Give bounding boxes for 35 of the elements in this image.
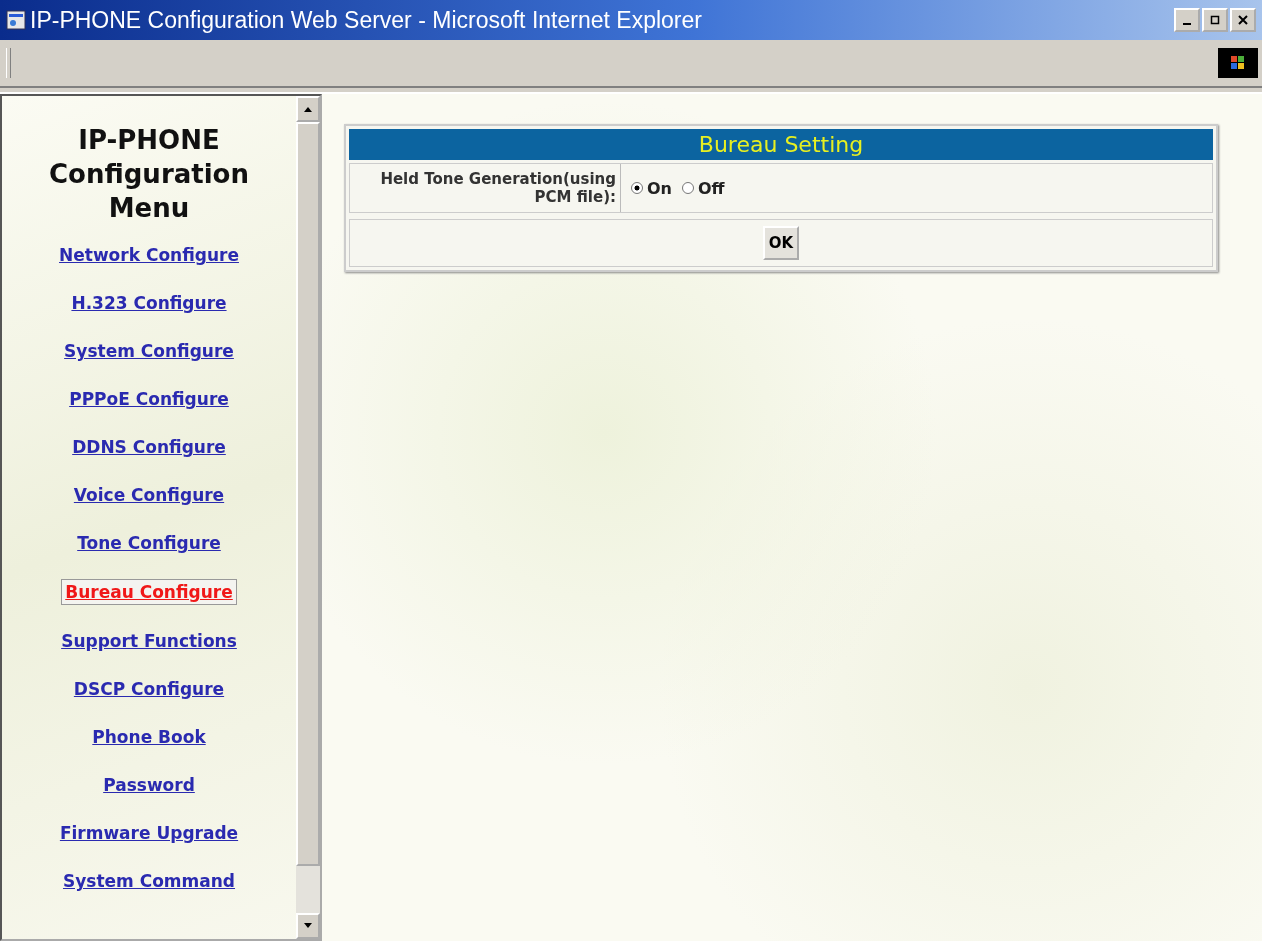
menu-link[interactable]: Support Functions xyxy=(58,629,240,654)
menu-link[interactable]: Network Configure xyxy=(56,243,242,268)
radio-button[interactable] xyxy=(631,182,643,194)
menu-link[interactable]: Password xyxy=(100,773,198,798)
minimize-icon xyxy=(1183,23,1191,25)
maximize-button[interactable] xyxy=(1202,8,1228,32)
minimize-button[interactable] xyxy=(1174,8,1200,32)
menu-heading: IP-PHONE Configuration Menu xyxy=(48,124,250,225)
menu-link[interactable]: Phone Book xyxy=(89,725,209,750)
panel-title: Bureau Setting xyxy=(349,129,1213,160)
ok-button[interactable]: OK xyxy=(762,226,800,260)
menu-link[interactable]: Bureau Configure xyxy=(61,579,237,606)
window-title: IP-PHONE Configuration Web Server - Microsoft Internet Explorer xyxy=(30,6,702,34)
option-label: Off xyxy=(698,178,725,198)
menu-link[interactable]: Voice Configure xyxy=(70,483,228,508)
close-icon xyxy=(1238,15,1248,25)
menu-link[interactable]: Firmware Upgrade xyxy=(56,821,242,846)
menu-link[interactable]: System Command xyxy=(59,869,239,894)
windows-logo-icon xyxy=(1218,48,1258,78)
menu-link[interactable]: H.323 Configure xyxy=(68,291,230,316)
scroll-down-button[interactable] xyxy=(296,913,320,939)
field-label: Held Tone Generation(using PCM file): xyxy=(350,164,621,212)
menu-link[interactable]: DSCP Configure xyxy=(70,677,228,702)
scroll-up-button[interactable] xyxy=(296,96,320,122)
option-label: On xyxy=(647,178,672,198)
close-button[interactable] xyxy=(1230,8,1256,32)
down-arrow-icon xyxy=(303,922,313,930)
radio-button[interactable] xyxy=(682,182,694,194)
maximize-icon xyxy=(1210,15,1220,25)
browser-icon xyxy=(6,10,26,30)
menu-link[interactable]: Tone Configure xyxy=(74,531,224,556)
menu-link[interactable]: PPPoE Configure xyxy=(66,387,232,412)
up-arrow-icon xyxy=(303,105,313,113)
menu-link[interactable]: DDNS Configure xyxy=(69,435,229,460)
menu-link[interactable]: System Configure xyxy=(61,339,237,364)
